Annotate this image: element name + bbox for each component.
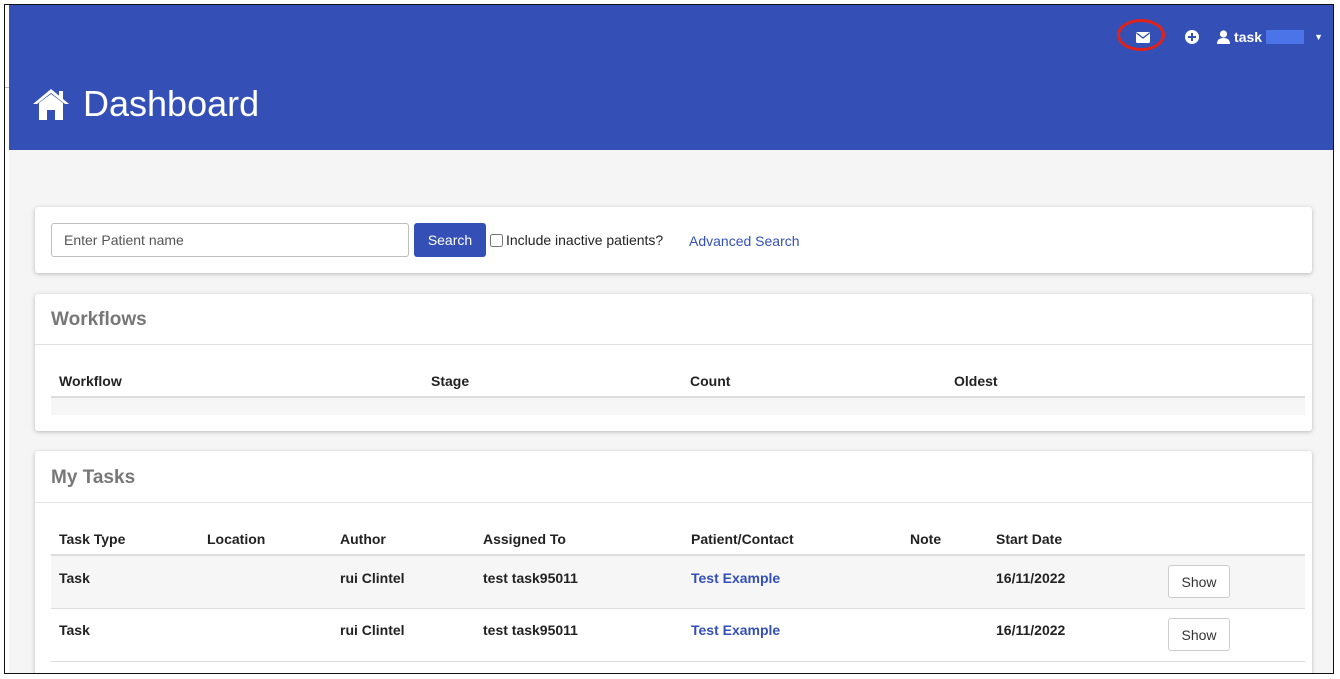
- patient-search-card: Search Include inactive patients? Advanc…: [35, 207, 1312, 273]
- messages-button[interactable]: [1117, 19, 1169, 55]
- user-menu[interactable]: task ▼: [1217, 29, 1323, 45]
- show-task-button[interactable]: Show: [1168, 618, 1230, 651]
- home-icon: [33, 89, 69, 120]
- col-assigned-to: Assigned To: [483, 531, 566, 547]
- table-row: Task rui Clintel test task95011 Test Exa…: [51, 609, 1305, 662]
- workflows-empty-row: [51, 398, 1305, 415]
- start-date-cell: 16/11/2022: [996, 570, 1066, 586]
- col-patient-contact: Patient/Contact: [691, 531, 794, 547]
- user-name: task: [1234, 29, 1263, 45]
- col-note: Note: [910, 531, 942, 547]
- show-task-button[interactable]: Show: [1168, 565, 1230, 598]
- table-row: Task rui Clintel test task95011 Test Exa…: [51, 556, 1305, 609]
- include-inactive-label: Include inactive patients?: [506, 232, 664, 248]
- start-date-cell: 16/11/2022: [996, 622, 1066, 638]
- highlight-circle: [1117, 19, 1166, 51]
- workflows-title: Workflows: [51, 309, 147, 330]
- task-type-cell: Task: [59, 622, 90, 638]
- col-workflow: Workflow: [59, 373, 122, 389]
- my-tasks-card: My Tasks Task Type Location Author Assig…: [35, 451, 1312, 673]
- col-author: Author: [340, 531, 386, 547]
- col-stage: Stage: [431, 373, 470, 389]
- workflows-divider: [35, 344, 1312, 345]
- page-title: Dashboard: [31, 83, 259, 125]
- workflows-card: Workflows Workflow Stage Count Oldest: [35, 294, 1312, 431]
- caret-down-icon: ▼: [1314, 32, 1323, 42]
- include-inactive-checkbox[interactable]: [490, 233, 503, 247]
- advanced-search-link[interactable]: Advanced Search: [689, 233, 800, 249]
- my-tasks-title: My Tasks: [51, 467, 136, 488]
- patient-link[interactable]: Test Example: [691, 622, 780, 638]
- user-icon: [1217, 30, 1231, 44]
- redacted-username: [1266, 30, 1305, 44]
- patient-search-input[interactable]: [51, 223, 409, 257]
- navbar-actions: task ▼: [1117, 19, 1323, 55]
- search-button[interactable]: Search: [414, 223, 486, 257]
- plus-circle-icon: [1185, 30, 1200, 44]
- my-tasks-divider: [35, 502, 1312, 503]
- author-cell: rui Clintel: [340, 622, 405, 638]
- assigned-to-cell: test task95011: [483, 570, 578, 586]
- task-type-cell: Task: [59, 570, 90, 586]
- assigned-to-cell: test task95011: [483, 622, 578, 638]
- col-oldest: Oldest: [954, 373, 998, 389]
- col-start-date: Start Date: [996, 531, 1063, 547]
- col-task-type: Task Type: [59, 531, 126, 547]
- page-title-text: Dashboard: [83, 83, 260, 124]
- author-cell: rui Clintel: [340, 570, 405, 586]
- top-navbar: task ▼ Dashboard: [9, 5, 1333, 150]
- include-inactive-option[interactable]: Include inactive patients?: [490, 232, 663, 248]
- app-frame: task ▼ Dashboard Search Include inactive…: [4, 4, 1334, 674]
- col-count: Count: [690, 373, 731, 389]
- add-button[interactable]: [1179, 30, 1205, 44]
- col-location: Location: [207, 531, 266, 547]
- patient-link[interactable]: Test Example: [691, 570, 780, 586]
